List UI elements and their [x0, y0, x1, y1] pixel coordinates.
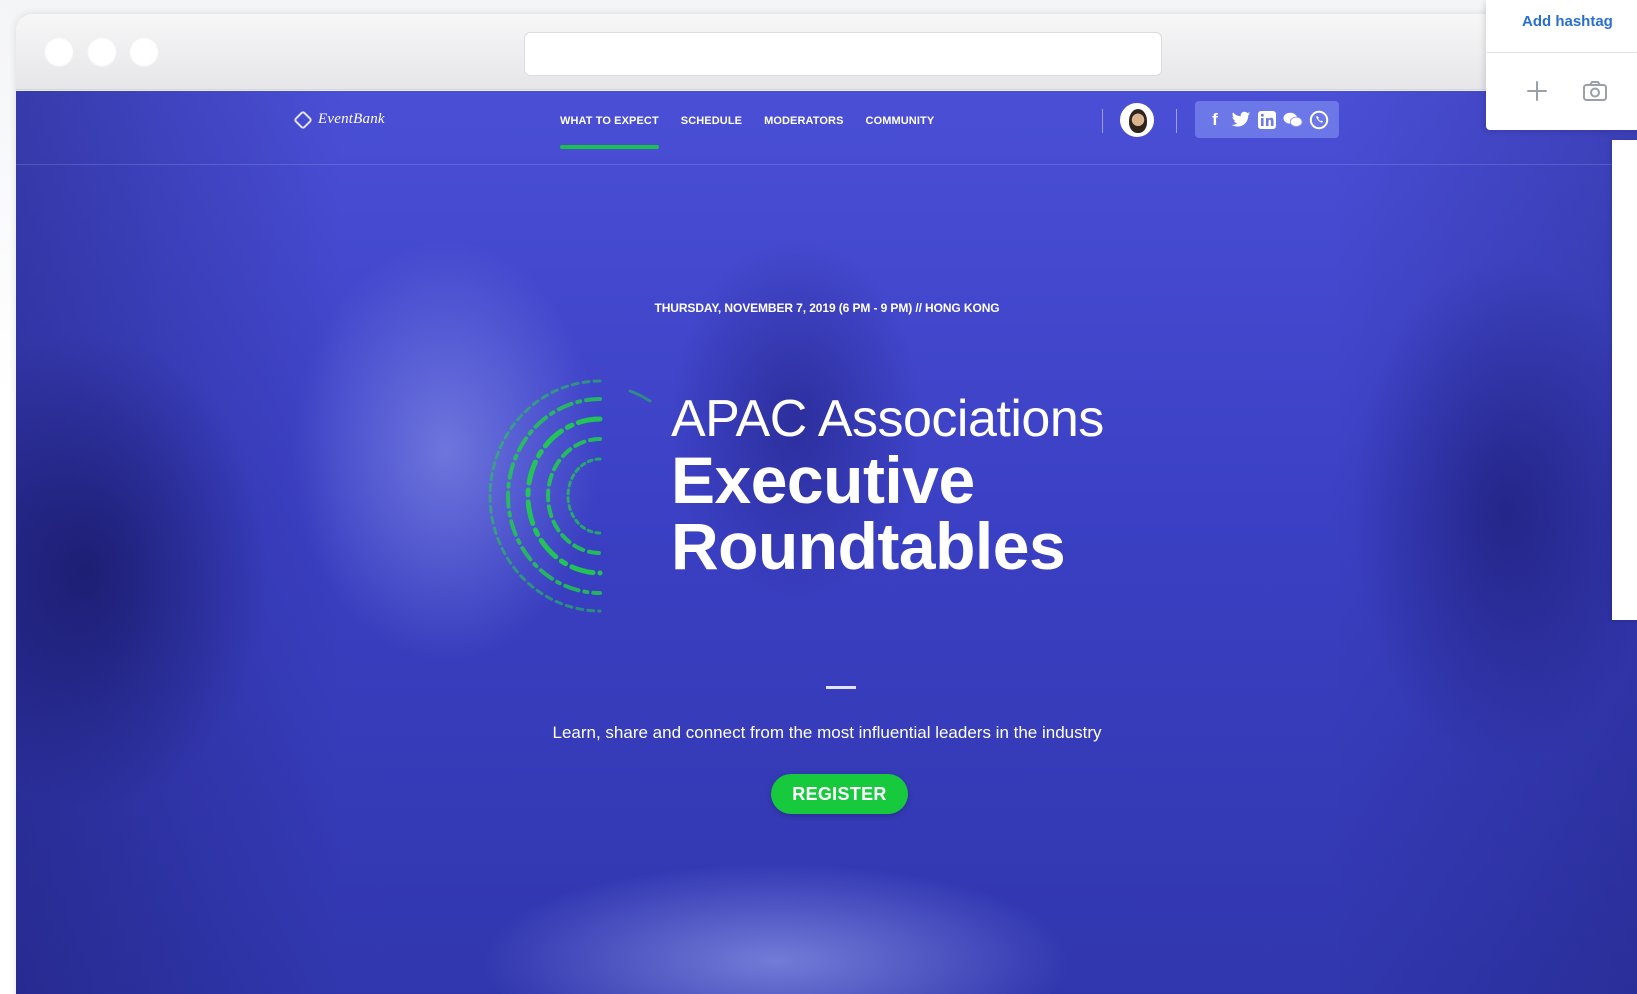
avatar-face [1129, 109, 1147, 133]
hero-title-light: APAC Associations [671, 390, 1104, 448]
window-control-minimize[interactable] [87, 37, 117, 67]
hero-title: APAC Associations Executive Roundtables [671, 391, 1104, 579]
hero-tagline: Learn, share and connect from the most i… [552, 723, 1102, 742]
facebook-icon[interactable]: f [1205, 110, 1225, 130]
logo-mark-icon [293, 109, 313, 130]
register-button[interactable]: REGISTER [771, 774, 908, 814]
window-control-close[interactable] [44, 37, 74, 67]
social-share-bar: f [1195, 101, 1339, 138]
hero-title-bold-2: Roundtables [671, 509, 1066, 583]
wechat-icon[interactable] [1283, 110, 1303, 130]
nav-link-moderators[interactable]: MODERATORS [764, 115, 843, 127]
twitter-icon[interactable] [1231, 110, 1251, 130]
site-logo[interactable]: EventBank [293, 109, 385, 130]
linkedin-icon[interactable] [1257, 110, 1277, 130]
plus-icon[interactable] [1526, 80, 1548, 102]
event-date-line: THURSDAY, NOVEMBER 7, 2019 (6 PM - 9 PM)… [654, 301, 1000, 315]
nav-divider [1102, 109, 1103, 133]
site-nav: EventBank WHAT TO EXPECT SCHEDULE MODERA… [16, 91, 1637, 165]
address-bar[interactable] [524, 32, 1162, 76]
whatsapp-icon[interactable] [1309, 110, 1329, 130]
add-hashtag-link[interactable]: Add hashtag [1522, 13, 1613, 30]
hero-section: EventBank WHAT TO EXPECT SCHEDULE MODERA… [16, 91, 1637, 994]
nav-link-schedule[interactable]: SCHEDULE [681, 115, 742, 127]
browser-chrome [16, 14, 1637, 90]
user-avatar[interactable] [1120, 103, 1154, 137]
logo-text: EventBank [318, 111, 385, 127]
nav-link-community[interactable]: COMMUNITY [866, 115, 935, 127]
nav-divider [1176, 109, 1177, 133]
browser-window: EventBank WHAT TO EXPECT SCHEDULE MODERA… [16, 14, 1637, 994]
overlay-card-edge [1612, 140, 1637, 620]
hashtag-panel: Add hashtag [1486, 0, 1637, 130]
camera-icon[interactable] [1582, 80, 1608, 102]
page: EventBank WHAT TO EXPECT SCHEDULE MODERA… [0, 0, 1637, 994]
window-control-maximize[interactable] [129, 37, 159, 67]
panel-divider [1486, 52, 1637, 53]
nav-link-what-to-expect[interactable]: WHAT TO EXPECT [560, 115, 659, 149]
hero-divider [826, 686, 856, 689]
nav-links: WHAT TO EXPECT SCHEDULE MODERATORS COMMU… [560, 115, 935, 149]
hero-title-bold-1: Executive [671, 443, 975, 517]
